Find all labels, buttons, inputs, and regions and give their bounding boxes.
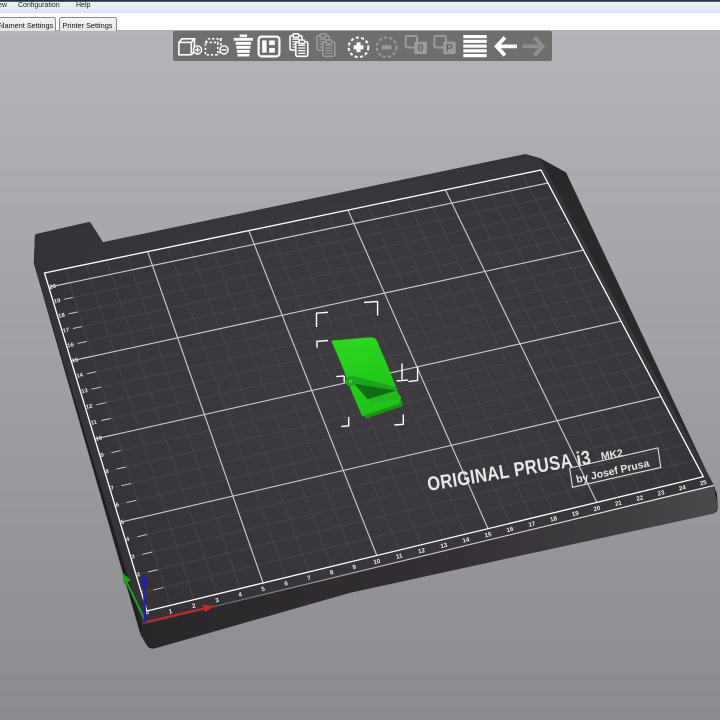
svg-text:0: 0 xyxy=(418,43,424,55)
svg-text:P: P xyxy=(446,43,453,55)
